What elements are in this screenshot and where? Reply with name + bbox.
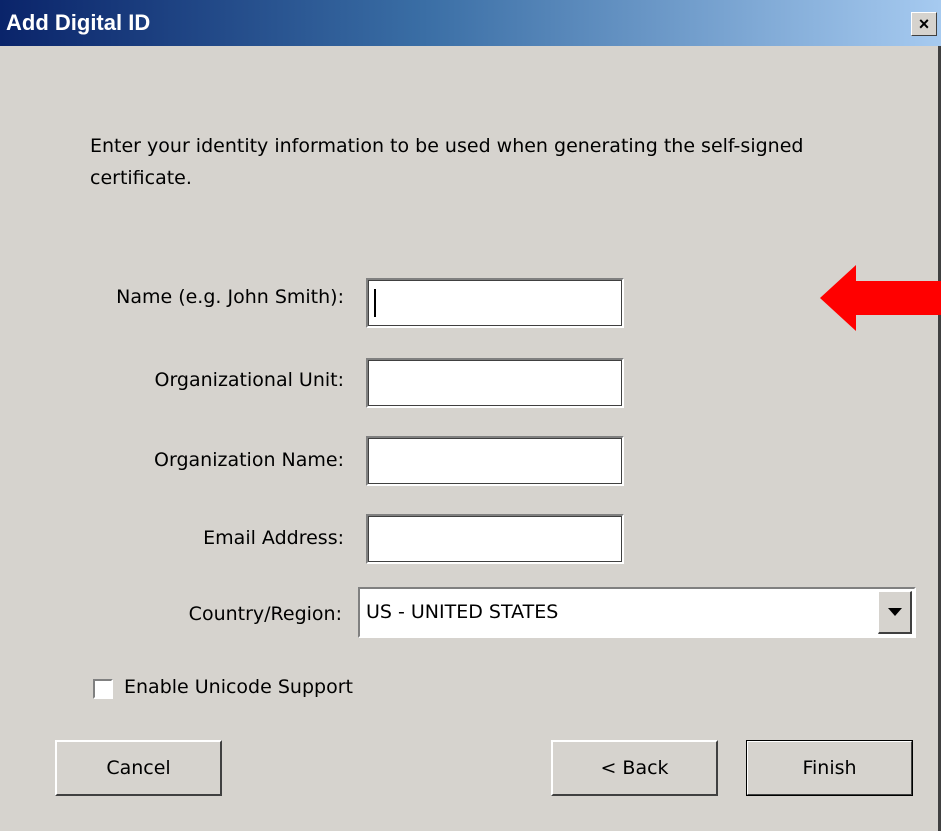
email-input[interactable] — [366, 514, 624, 564]
country-label: Country/Region: — [188, 603, 342, 625]
org-unit-label: Organizational Unit: — [154, 369, 344, 391]
cancel-button[interactable]: Cancel — [55, 740, 222, 796]
email-label: Email Address: — [203, 527, 344, 549]
unicode-checkbox[interactable] — [93, 679, 113, 699]
intro-text: Enter your identity information to be us… — [90, 135, 804, 189]
name-label: Name (e.g. John Smith): — [116, 286, 344, 308]
window-title: Add Digital ID — [6, 10, 151, 35]
back-button[interactable]: < Back — [551, 740, 718, 796]
title-bar[interactable]: Add Digital ID × — [0, 0, 941, 46]
org-unit-input[interactable] — [366, 358, 624, 408]
close-icon: × — [918, 14, 930, 34]
country-select[interactable]: US - UNITED STATES — [358, 587, 916, 638]
org-name-label: Organization Name: — [154, 449, 344, 471]
text-caret — [374, 289, 376, 317]
close-button[interactable]: × — [911, 12, 937, 36]
name-input[interactable] — [366, 278, 624, 328]
chevron-down-icon — [887, 608, 902, 616]
org-name-input[interactable] — [366, 436, 624, 486]
country-selected-value: US - UNITED STATES — [366, 601, 559, 623]
red-arrow-icon — [820, 265, 941, 331]
dropdown-button[interactable] — [878, 591, 912, 634]
unicode-checkbox-label[interactable]: Enable Unicode Support — [124, 676, 353, 698]
finish-button[interactable]: Finish — [746, 740, 913, 796]
